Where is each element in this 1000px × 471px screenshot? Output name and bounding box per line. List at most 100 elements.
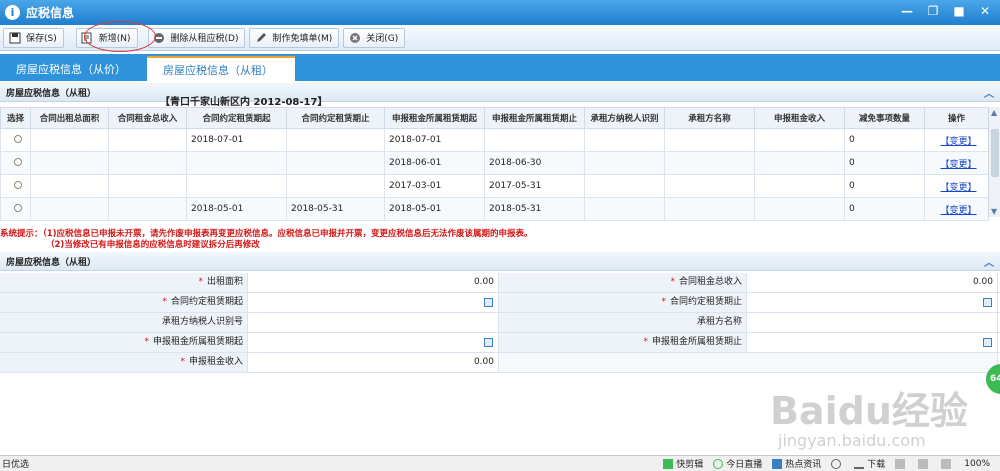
- cell-name: [664, 128, 755, 152]
- tip-line-1: 系统提示：（1)应税信息已申报未开票，请先作废申报表再变更应税信息。应税信息已申…: [0, 229, 533, 239]
- status-news[interactable]: 热点资讯: [772, 457, 821, 470]
- cell-income: [108, 128, 187, 152]
- decl-start-label: * 申报租金所属租赁期起: [0, 333, 248, 352]
- calendar-icon[interactable]: [983, 298, 992, 307]
- cell-reduce: 0: [844, 174, 925, 198]
- pencil-icon: [254, 31, 267, 44]
- window-controls: — ❐ ■ ✕: [898, 3, 994, 20]
- cell-name: [664, 197, 755, 221]
- table-row[interactable]: 2018-07-01 2018-07-01 0 【变更】: [0, 128, 989, 152]
- collapse-chevron-icon[interactable]: ︿: [984, 254, 994, 269]
- decl-income-input[interactable]: 0.00: [248, 353, 499, 372]
- delete-label: 删除从租应税(D): [170, 34, 239, 44]
- decl-start-input[interactable]: [248, 333, 499, 352]
- scroll-up-icon[interactable]: ▲: [991, 108, 997, 117]
- decl-end-label: * 申报租金所属租赁期止: [499, 333, 747, 352]
- scroll-thumb[interactable]: [991, 129, 999, 177]
- decl-end-input[interactable]: [747, 333, 998, 352]
- col-header: 减免事项数量: [844, 107, 925, 129]
- make-form-label: 制作免填单(M): [272, 34, 333, 44]
- cell-income: [108, 174, 187, 198]
- cell-decl-income: [754, 128, 845, 152]
- blank-cell: [499, 353, 747, 372]
- table-row[interactable]: 2017-03-01 2017-05-31 0 【变更】: [0, 174, 989, 198]
- tenant-name-label: 承租方名称: [499, 313, 747, 332]
- scroll-down-icon[interactable]: ▼: [991, 207, 997, 216]
- watermark-logo: Baidu经验: [770, 389, 968, 433]
- tenant-name-input[interactable]: [747, 313, 998, 332]
- title-bar: i 应税信息 — ❐ ■ ✕: [0, 0, 1000, 25]
- cell-area: [30, 174, 109, 198]
- row-select-radio[interactable]: [13, 180, 22, 189]
- download-icon: [854, 459, 865, 469]
- col-header: 合同约定租赁期起: [186, 107, 287, 129]
- table-row[interactable]: 2018-06-01 2018-06-30 0 【变更】: [0, 151, 989, 175]
- live-icon: [713, 458, 724, 469]
- change-link[interactable]: 【变更】: [940, 137, 976, 147]
- status-quick-cut[interactable]: 快剪辑: [663, 457, 703, 470]
- status-icon-a[interactable]: [831, 458, 844, 469]
- row-select-radio[interactable]: [13, 134, 22, 143]
- cell-decl-end: 2018-06-30: [484, 151, 585, 175]
- cell-decl-start: 2018-05-01: [384, 197, 485, 221]
- change-link[interactable]: 【变更】: [940, 206, 976, 216]
- cell-name: [664, 174, 755, 198]
- table-scrollbar[interactable]: ▲ ▼: [988, 107, 1000, 217]
- restore-icon[interactable]: ❐: [924, 3, 942, 20]
- row-select-radio[interactable]: [13, 157, 22, 166]
- status-icon-c[interactable]: [918, 458, 931, 469]
- close-window-icon[interactable]: ✕: [976, 3, 994, 20]
- cell-decl-start: 2018-06-01: [384, 151, 485, 175]
- cell-decl-income: [754, 197, 845, 221]
- window-icon: [895, 458, 906, 469]
- total-income-label: * 合同租金总收入: [499, 273, 747, 292]
- tab-from-rent[interactable]: 房屋应税信息（从租）: [147, 56, 295, 81]
- add-button[interactable]: 新增(N): [75, 27, 138, 48]
- calendar-icon[interactable]: [484, 298, 493, 307]
- cell-start: [186, 151, 287, 175]
- cell-area: [30, 151, 109, 175]
- add-record-icon: [81, 31, 94, 44]
- cell-start: 2018-05-01: [186, 197, 287, 221]
- calendar-icon[interactable]: [983, 338, 992, 347]
- total-income-input[interactable]: 0.00: [747, 273, 998, 292]
- rental-area-input[interactable]: 0.00: [248, 273, 499, 292]
- form-row: 承租方纳税人识别号 承租方名称: [0, 313, 1000, 333]
- cell-tin: [584, 197, 665, 221]
- row-select-radio[interactable]: [13, 203, 22, 212]
- maximize-icon[interactable]: ■: [950, 3, 968, 20]
- close-label: 关闭(G): [366, 34, 399, 44]
- cell-income: [108, 151, 187, 175]
- status-download[interactable]: 下载: [854, 457, 885, 470]
- grid-section-title: 房屋应税信息（从租）: [6, 88, 97, 99]
- tax-info-table: 选择 合同出租总面积 合同租金总收入 合同约定租赁期起 合同约定租赁期止 申报租…: [0, 107, 989, 221]
- collapse-chevron-icon[interactable]: ︿: [984, 85, 994, 100]
- col-header: 申报租金所属租赁期止: [484, 107, 585, 129]
- change-link[interactable]: 【变更】: [940, 160, 976, 170]
- col-header: 操作: [924, 107, 989, 129]
- cell-tin: [584, 174, 665, 198]
- close-button[interactable]: 关闭(G): [343, 27, 406, 48]
- contract-end-input[interactable]: [747, 293, 998, 312]
- save-button[interactable]: 保存(S): [3, 27, 64, 48]
- save-label: 保存(S): [26, 34, 57, 44]
- contract-start-input[interactable]: [248, 293, 499, 312]
- cell-area: [30, 128, 109, 152]
- change-link[interactable]: 【变更】: [940, 183, 976, 193]
- status-zoom[interactable]: 100%: [964, 459, 990, 469]
- tab-from-value[interactable]: 房屋应税信息（从价）: [0, 56, 146, 81]
- cell-tin: [584, 151, 665, 175]
- table-row[interactable]: 2018-05-01 2018-05-31 2018-05-01 2018-05…: [0, 197, 989, 221]
- status-icon-d[interactable]: [941, 458, 954, 469]
- col-header: 选择: [0, 107, 31, 129]
- tenant-tin-input[interactable]: [248, 313, 499, 332]
- watermark: Baidu经验 jingyan.baidu.com: [770, 380, 968, 450]
- delete-button[interactable]: 删除从租应税(D): [147, 27, 246, 48]
- minimize-icon[interactable]: —: [898, 3, 916, 20]
- status-left: 日优选: [2, 460, 30, 470]
- status-icon-b[interactable]: [895, 458, 908, 469]
- make-form-button[interactable]: 制作免填单(M): [249, 27, 340, 48]
- settings-icon: [831, 458, 842, 469]
- calendar-icon[interactable]: [484, 338, 493, 347]
- status-live[interactable]: 今日直播: [713, 457, 762, 470]
